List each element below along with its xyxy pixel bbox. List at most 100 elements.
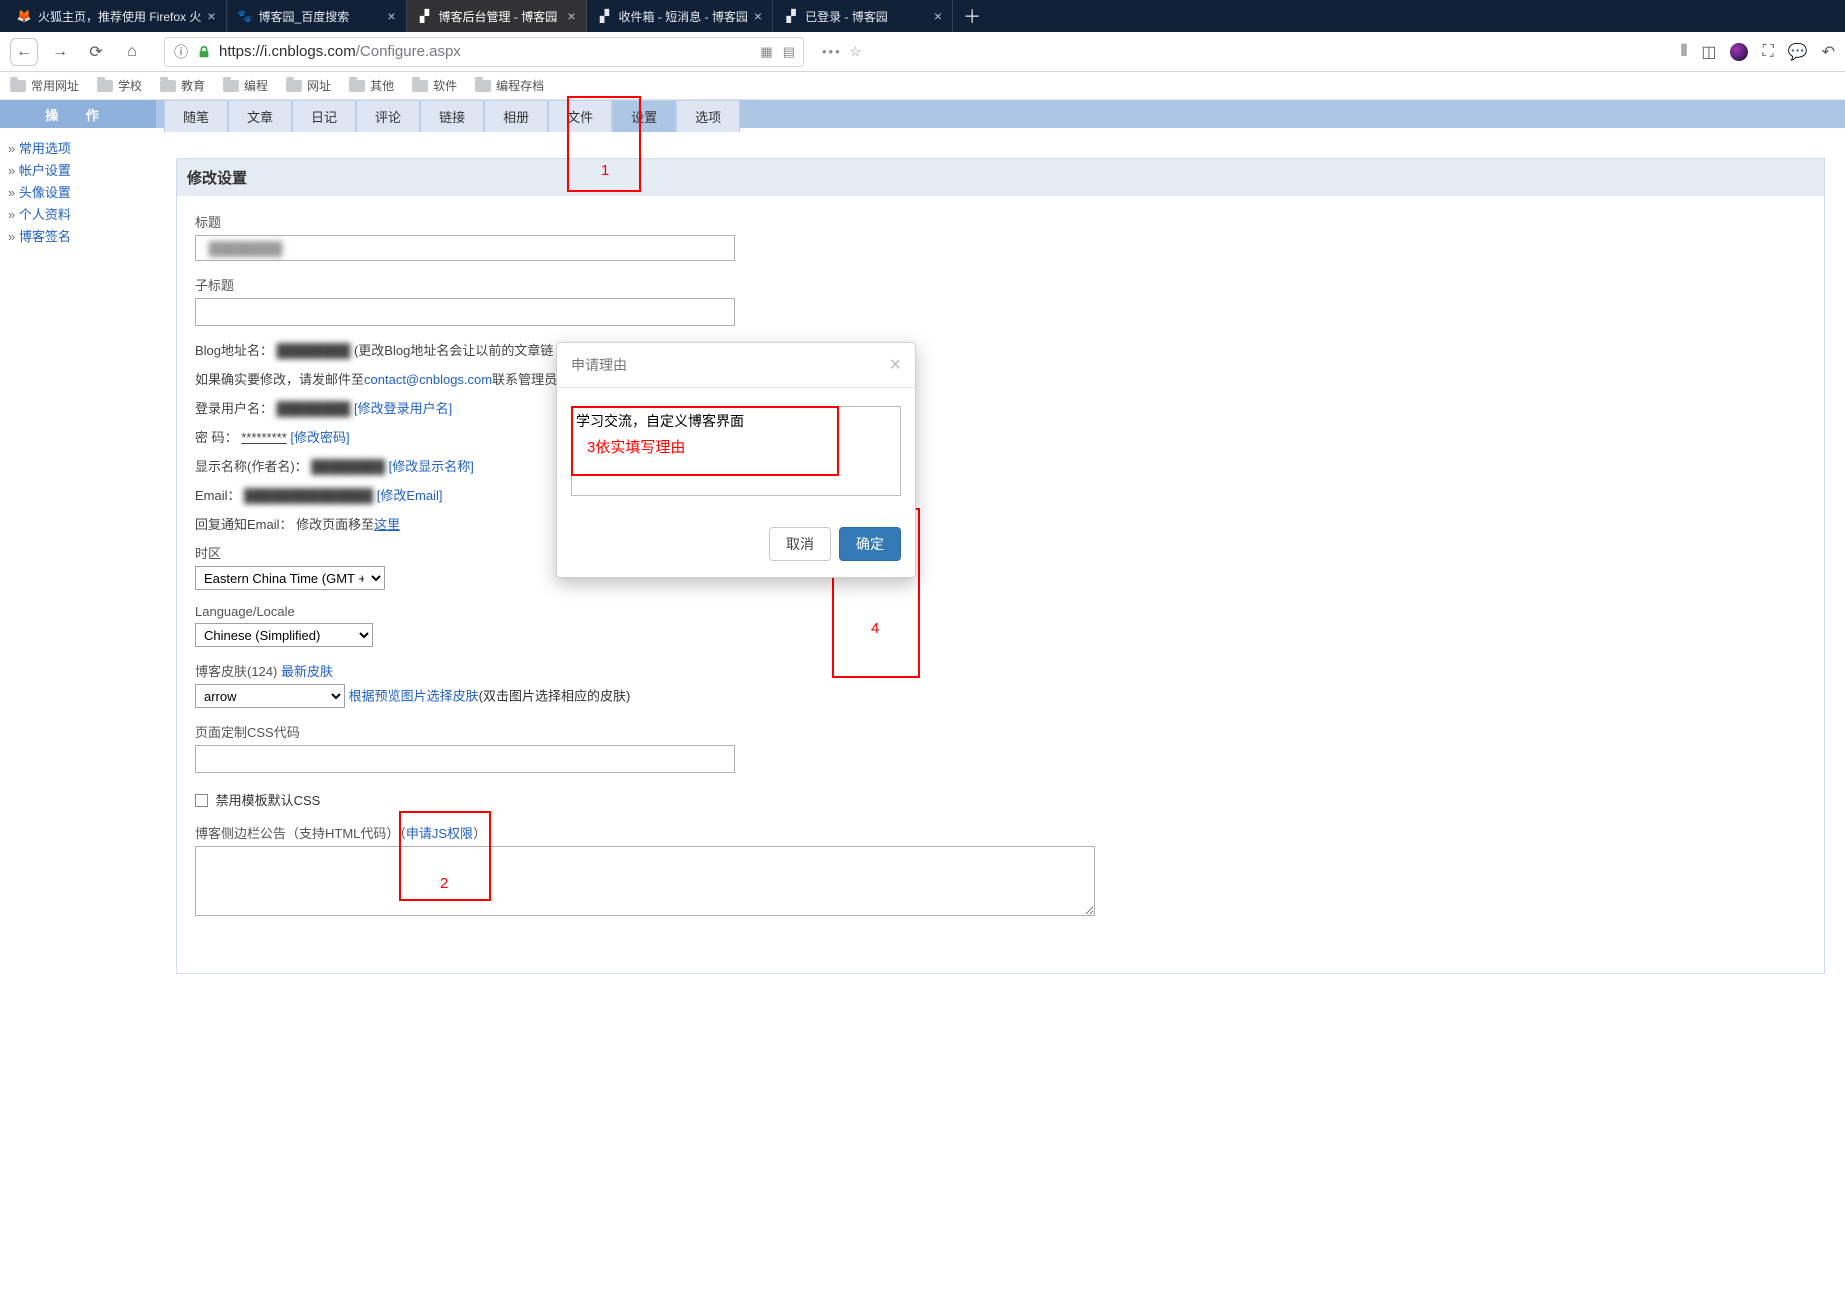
blurred-value: ████████ [277,401,351,416]
label-title: 标题 [195,212,1806,231]
sidebar-link[interactable]: 头像设置 [8,182,148,204]
link-change-username[interactable]: [修改登录用户名] [354,401,452,416]
forward-button[interactable]: → [46,38,74,66]
checkbox-disable-css[interactable] [195,794,208,807]
browser-tab[interactable]: ▞ 收件箱 - 短消息 - 博客园 × [587,0,774,32]
cancel-button[interactable]: 取消 [769,527,831,561]
tab-comments[interactable]: 评论 [356,100,420,132]
folder-icon [349,80,365,92]
bookmark-folder[interactable]: 其他 [349,77,394,94]
close-icon[interactable]: × [387,8,395,24]
close-icon[interactable]: × [754,8,762,24]
overflow-menu[interactable]: ••• [822,44,842,59]
sidebar-link[interactable]: 常用选项 [8,138,148,160]
browser-tab[interactable]: 🦊 火狐主页，推荐使用 Firefox 火 × [6,0,227,32]
select-skin[interactable]: arrow [195,684,345,708]
tab-links[interactable]: 链接 [420,100,484,132]
bookmark-label: 常用网址 [31,77,79,94]
close-icon[interactable]: × [567,8,575,24]
select-locale[interactable]: Chinese (Simplified) [195,623,373,647]
bookmark-label: 编程 [244,77,268,94]
link-latest-skin[interactable]: 最新皮肤 [281,664,333,679]
link-apply-js[interactable]: 申请JS权限 [406,826,473,841]
url-path: /Configure.aspx [356,43,461,60]
url-host: https://i.cnblogs.com [219,43,356,60]
bookmark-folder[interactable]: 编程存档 [475,77,544,94]
blurred-value: ████████ [277,343,351,358]
sidebar-link[interactable]: 个人资料 [8,204,148,226]
folder-icon [97,80,113,92]
label-locale: Language/Locale [195,604,1806,619]
sidebar-toggle-icon[interactable]: ◫ [1701,42,1716,62]
contact-email-link[interactable]: contact@cnblogs.com [364,372,492,387]
reload-button[interactable]: ⟳ [82,38,110,66]
bookmark-folder[interactable]: 网址 [286,77,331,94]
new-tab-button[interactable]: ＋ [953,0,991,32]
tab-articles[interactable]: 文章 [228,100,292,132]
bookmark-folder[interactable]: 教育 [160,77,205,94]
tab-options[interactable]: 选项 [676,100,740,132]
link-change-display-name[interactable]: [修改显示名称] [389,459,474,474]
browser-tab[interactable]: 🐾 博客园_百度搜索 × [227,0,407,32]
bookmark-folder[interactable]: 编程 [223,77,268,94]
tab-diary[interactable]: 日记 [292,100,356,132]
label-email: Email： [195,485,241,504]
bookmark-folder[interactable]: 软件 [412,77,457,94]
address-bar[interactable]: ⓘ https://i.cnblogs.com/Configure.aspx ▦… [164,37,804,67]
tab-posts[interactable]: 随笔 [164,100,228,132]
undo-icon[interactable]: ↶ [1822,42,1835,62]
tab-albums[interactable]: 相册 [484,100,548,132]
browser-tab[interactable]: ▞ 已登录 - 博客园 × [773,0,953,32]
card-title: 修改设置 [177,159,1824,196]
tab-settings[interactable]: 设置 [612,100,676,132]
close-icon[interactable]: × [934,8,942,24]
tab-title: 火狐主页，推荐使用 Firefox 火 [38,8,201,25]
bookmark-label: 网址 [307,77,331,94]
tab-files[interactable]: 文件 [548,100,612,132]
library-icon[interactable]: ⫴ [1681,43,1688,61]
browser-tab-strip: 🦊 火狐主页，推荐使用 Firefox 火 × 🐾 博客园_百度搜索 × ▞ 博… [0,0,1845,32]
link-change-password[interactable]: [修改密码] [290,430,349,445]
profile-avatar[interactable] [1730,43,1748,61]
link-change-email[interactable]: [修改Email] [377,488,443,503]
link-preview-skin[interactable]: 根据预览图片选择皮肤 [349,689,479,704]
bookmark-star-icon[interactable]: ☆ [850,44,862,60]
close-icon[interactable]: × [889,357,901,373]
ok-button[interactable]: 确定 [839,527,901,561]
modal-title: 申请理由 [571,355,627,375]
label-display-name: 显示名称(作者名)： [195,456,308,475]
crop-icon[interactable]: ⛶ [1762,43,1773,61]
back-button[interactable]: ← [10,38,38,66]
label-custom-css: 页面定制CSS代码 [195,722,1806,741]
baidu-paw-icon: 🐾 [237,8,253,24]
label-sidebar-text: 博客侧边栏公告（支持HTML代码）（ [195,826,406,841]
tab-title: 博客后台管理 - 博客园 [439,8,558,25]
bookmark-label: 教育 [181,77,205,94]
nav-toolbar: ← → ⟳ ⌂ ⓘ https://i.cnblogs.com/Configur… [0,32,1845,72]
textarea-apply-reason[interactable] [571,406,901,496]
tab-title: 已登录 - 博客园 [805,8,888,25]
textarea-sidebar-announce[interactable] [195,846,1095,916]
cnblogs-icon: ▞ [783,8,799,24]
bookmark-folder[interactable]: 学校 [97,77,142,94]
info-icon[interactable]: ⓘ [173,38,189,66]
chat-icon[interactable]: 💬 [1788,42,1808,62]
link-here[interactable]: 这里 [374,517,400,532]
lock-icon [197,45,211,59]
select-timezone[interactable]: Eastern China Time (GMT +8) [195,566,385,590]
modal-header: 申请理由 × [557,343,915,388]
qr-icon[interactable]: ▦ [760,44,772,60]
label-skin-text: 博客皮肤(124) [195,664,281,679]
home-button[interactable]: ⌂ [118,38,146,66]
reader-icon[interactable]: ▤ [783,44,795,60]
label-timezone: 时区 [195,543,1806,562]
close-icon[interactable]: × [207,8,215,24]
sidebar-link[interactable]: 博客签名 [8,226,148,248]
sidebar-link[interactable]: 帐户设置 [8,160,148,182]
folder-icon [10,80,26,92]
textarea-custom-css[interactable] [195,745,735,773]
browser-tab-active[interactable]: ▞ 博客后台管理 - 博客园 × [407,0,587,32]
folder-icon [160,80,176,92]
bookmark-folder[interactable]: 常用网址 [10,77,79,94]
input-subtitle[interactable] [195,298,735,326]
